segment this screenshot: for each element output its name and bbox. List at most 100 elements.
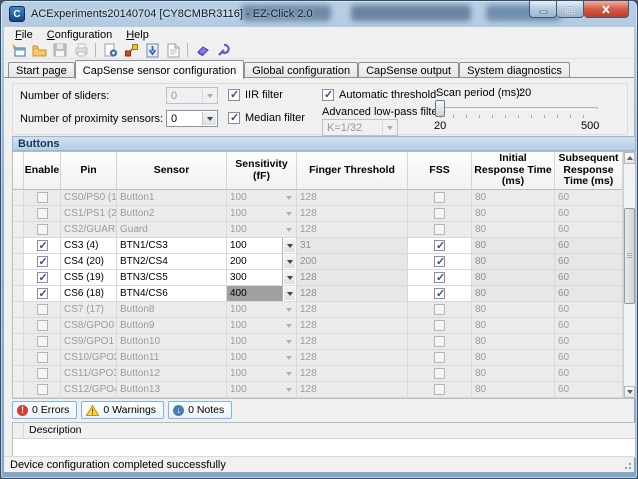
enable-cell[interactable] xyxy=(24,222,61,238)
median-filter-checkbox[interactable]: Median filter xyxy=(228,112,305,124)
menu-item[interactable]: File xyxy=(8,28,40,42)
fss-checkbox[interactable] xyxy=(434,256,445,267)
fss-cell[interactable] xyxy=(408,286,472,302)
chevron-down-icon[interactable] xyxy=(282,206,296,221)
sensor-cell[interactable]: Button9 xyxy=(117,318,227,334)
fss-cell[interactable] xyxy=(408,270,472,286)
advanced-low-pass-filter-select[interactable]: K=1/32 xyxy=(322,119,398,136)
fss-cell[interactable] xyxy=(408,222,472,238)
column-header-sensitivity[interactable]: Sensitivity (fF) xyxy=(227,152,297,190)
chevron-down-icon[interactable] xyxy=(282,286,296,301)
sensor-cell[interactable]: Button11 xyxy=(117,350,227,366)
maximize-button[interactable] xyxy=(557,1,584,18)
tab[interactable]: Global configuration xyxy=(244,62,358,78)
scrollbar-thumb[interactable] xyxy=(624,208,635,304)
chevron-down-icon[interactable] xyxy=(282,302,296,317)
scan-period-slider-track[interactable] xyxy=(436,107,598,110)
automatic-threshold-checkbox[interactable]: Automatic threshold xyxy=(322,89,436,101)
row-gutter[interactable] xyxy=(13,206,24,222)
toolbar-new-project-button[interactable] xyxy=(9,42,27,59)
row-gutter[interactable] xyxy=(13,382,24,398)
fss-cell[interactable] xyxy=(408,350,472,366)
number-of-sliders-select[interactable]: 0 xyxy=(166,87,218,104)
tab[interactable]: CapSense output xyxy=(358,62,459,78)
enable-cell[interactable] xyxy=(24,366,61,382)
enable-cell[interactable] xyxy=(24,254,61,270)
row-gutter[interactable] xyxy=(13,238,24,254)
number-of-proximity-sensors-select[interactable]: 0 xyxy=(166,110,218,127)
errors-filter-button[interactable]: ! 0 Errors xyxy=(12,401,77,419)
column-header-fss[interactable]: FSS xyxy=(408,152,472,190)
toolbar-open-project-button[interactable] xyxy=(30,42,48,59)
sensitivity-cell[interactable]: 100 xyxy=(227,206,297,222)
sensor-cell[interactable]: Button2 xyxy=(117,206,227,222)
row-gutter[interactable] xyxy=(13,318,24,334)
fss-cell[interactable] xyxy=(408,334,472,350)
minimize-button[interactable] xyxy=(529,1,557,18)
fss-cell[interactable] xyxy=(408,190,472,206)
row-gutter[interactable] xyxy=(13,254,24,270)
fss-checkbox[interactable] xyxy=(434,384,445,395)
row-gutter[interactable] xyxy=(13,286,24,302)
row-gutter[interactable] xyxy=(13,190,24,206)
tab[interactable]: CapSense sensor configuration xyxy=(75,60,244,79)
enable-checkbox[interactable] xyxy=(37,192,48,203)
sensitivity-cell[interactable]: 100 xyxy=(227,302,297,318)
chevron-down-icon[interactable] xyxy=(282,334,296,349)
row-gutter[interactable] xyxy=(13,302,24,318)
sensor-cell[interactable]: BTN3/CS5 xyxy=(117,270,227,286)
iir-filter-checkbox[interactable]: IIR filter xyxy=(228,89,283,101)
fss-checkbox[interactable] xyxy=(434,272,445,283)
fss-checkbox[interactable] xyxy=(434,336,445,347)
enable-checkbox[interactable] xyxy=(37,256,48,267)
row-gutter[interactable] xyxy=(13,350,24,366)
chevron-down-icon[interactable] xyxy=(282,382,296,397)
chevron-down-icon[interactable] xyxy=(282,238,296,253)
column-header-sensor[interactable]: Sensor xyxy=(117,152,227,190)
title-bar[interactable]: C ACExperiments20140704 [CY8CMBR3116] - … xyxy=(1,1,637,27)
sensitivity-cell[interactable]: 100 xyxy=(227,366,297,382)
toolbar-tools-button[interactable] xyxy=(214,42,232,59)
chevron-down-icon[interactable] xyxy=(282,350,296,365)
sensitivity-cell[interactable]: 200 xyxy=(227,254,297,270)
sensor-cell[interactable]: Button12 xyxy=(117,366,227,382)
sensor-cell[interactable]: Button8 xyxy=(117,302,227,318)
sensitivity-cell[interactable]: 100 xyxy=(227,350,297,366)
toolbar-print-button[interactable] xyxy=(72,42,90,59)
enable-cell[interactable] xyxy=(24,270,61,286)
fss-cell[interactable] xyxy=(408,302,472,318)
enable-checkbox[interactable] xyxy=(37,208,48,219)
notes-filter-button[interactable]: ↓ 0 Notes xyxy=(168,401,232,419)
row-gutter[interactable] xyxy=(13,334,24,350)
enable-checkbox[interactable] xyxy=(37,320,48,331)
sensitivity-cell[interactable]: 100 xyxy=(227,190,297,206)
enable-checkbox[interactable] xyxy=(37,384,48,395)
scroll-up-button[interactable] xyxy=(624,152,635,164)
column-header-initial-response-time[interactable]: Initial Response Time (ms) xyxy=(472,152,555,190)
fss-checkbox[interactable] xyxy=(434,352,445,363)
enable-checkbox[interactable] xyxy=(37,240,48,251)
sensor-cell[interactable]: BTN4/CS6 xyxy=(117,286,227,302)
fss-cell[interactable] xyxy=(408,238,472,254)
fss-checkbox[interactable] xyxy=(434,240,445,251)
chevron-down-icon[interactable] xyxy=(282,254,296,269)
fss-checkbox[interactable] xyxy=(434,192,445,203)
sensor-cell[interactable]: BTN2/CS4 xyxy=(117,254,227,270)
fss-checkbox[interactable] xyxy=(434,320,445,331)
toolbar-erase-flash-button[interactable] xyxy=(193,42,211,59)
enable-cell[interactable] xyxy=(24,206,61,222)
chevron-down-icon[interactable] xyxy=(282,318,296,333)
enable-cell[interactable] xyxy=(24,350,61,366)
fss-cell[interactable] xyxy=(408,366,472,382)
sensor-cell[interactable]: Button10 xyxy=(117,334,227,350)
column-header-subsequent-response-time[interactable]: Subsequent Response Time (ms) xyxy=(555,152,623,190)
enable-checkbox[interactable] xyxy=(37,288,48,299)
table-scrollbar[interactable] xyxy=(623,152,635,398)
sensitivity-cell[interactable]: 100 xyxy=(227,382,297,398)
column-header-pin[interactable]: Pin xyxy=(61,152,117,190)
column-header-finger-threshold[interactable]: Finger Threshold xyxy=(297,152,408,190)
enable-checkbox[interactable] xyxy=(37,224,48,235)
resize-grip[interactable] xyxy=(622,460,632,470)
toolbar-link-project-button[interactable] xyxy=(122,42,140,59)
row-gutter[interactable] xyxy=(13,270,24,286)
